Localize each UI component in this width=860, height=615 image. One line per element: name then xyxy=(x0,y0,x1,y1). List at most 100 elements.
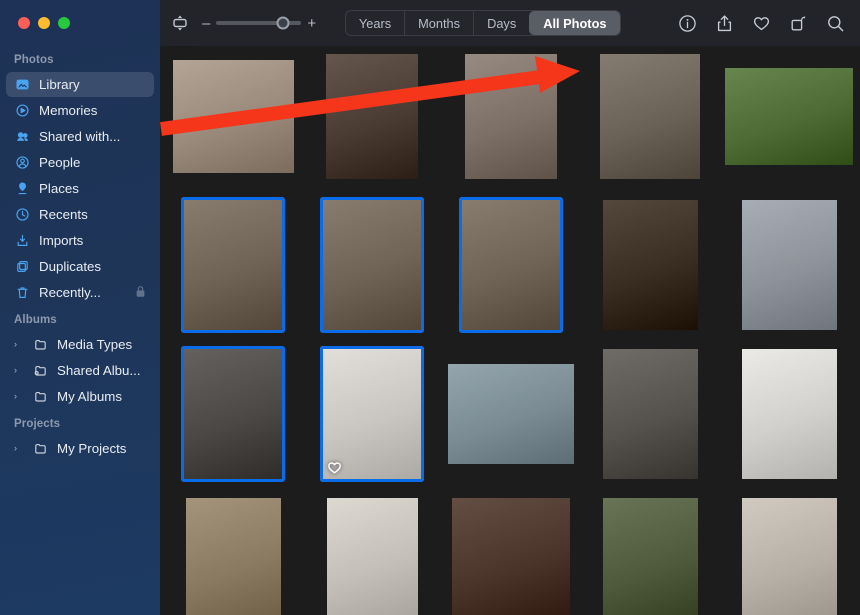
photo-thumbnail xyxy=(327,498,418,615)
duplicates-icon xyxy=(14,259,30,275)
photo-thumbnail xyxy=(452,498,570,615)
album-icon xyxy=(32,441,48,457)
photo-thumbnail xyxy=(181,346,285,482)
photo-grid-row xyxy=(160,493,860,615)
photo-dog-bed-2[interactable] xyxy=(307,195,437,335)
memories-icon xyxy=(14,103,30,119)
sidebar-item-imports[interactable]: Imports xyxy=(6,228,154,253)
zoom-in-label[interactable]: + xyxy=(307,16,316,31)
sidebar-item-my-albums[interactable]: › My Albums xyxy=(6,384,154,409)
zoom-out-label[interactable]: – xyxy=(202,16,210,31)
photo-thumbnail xyxy=(603,349,698,479)
sidebar-item-duplicates[interactable]: Duplicates xyxy=(6,254,154,279)
sidebar-item-my-projects[interactable]: › My Projects xyxy=(6,436,154,461)
sidebar-item-places[interactable]: Places xyxy=(6,176,154,201)
photo-thumbnail xyxy=(186,498,281,615)
close-button[interactable] xyxy=(18,17,30,29)
photo-garage-stand[interactable] xyxy=(585,344,715,484)
tab-months[interactable]: Months xyxy=(404,11,473,35)
photo-doorway-room[interactable] xyxy=(724,493,854,615)
favorite-heart-icon[interactable] xyxy=(752,13,772,33)
photo-dog-bed-3[interactable] xyxy=(446,195,576,335)
share-icon[interactable] xyxy=(715,13,735,33)
sidebar-item-label: Library xyxy=(39,77,80,92)
zoom-slider-knob[interactable] xyxy=(276,17,289,30)
sidebar-section-header: Albums xyxy=(0,306,160,331)
search-icon[interactable] xyxy=(826,13,846,33)
photo-desk-package[interactable] xyxy=(168,344,298,484)
photo-thumbnail xyxy=(725,68,853,165)
zoom-slider[interactable]: – + xyxy=(202,16,316,31)
chevron-right-icon[interactable]: › xyxy=(14,366,23,375)
photo-thumbnail xyxy=(181,197,285,333)
people-icon xyxy=(14,155,30,171)
sidebar-item-label: Places xyxy=(39,181,79,196)
rotate-icon[interactable] xyxy=(789,13,809,33)
photo-white-shelving[interactable] xyxy=(724,344,854,484)
toolbar: – + YearsMonthsDaysAll Photos xyxy=(160,0,860,46)
sidebar-section-header: Photos xyxy=(0,46,160,71)
photo-thumbnail xyxy=(603,498,698,615)
sidebar-item-memories[interactable]: Memories xyxy=(6,98,154,123)
view-adjust-icon[interactable] xyxy=(170,13,190,33)
tab-all-photos[interactable]: All Photos xyxy=(529,11,619,35)
minimize-button[interactable] xyxy=(38,17,50,29)
photo-dog-bed-1[interactable] xyxy=(168,195,298,335)
sidebar-item-label: My Projects xyxy=(57,441,126,456)
photo-hanging-cord[interactable] xyxy=(307,46,437,186)
photo-window-blinds[interactable] xyxy=(724,195,854,335)
sidebar-item-label: Recently... xyxy=(39,285,101,300)
photos-library-icon xyxy=(14,77,30,93)
toolbar-right-group xyxy=(678,13,846,33)
chevron-right-icon[interactable]: › xyxy=(14,444,23,453)
sidebar-item-label: Media Types xyxy=(57,337,132,352)
photo-grid-row xyxy=(160,195,860,335)
zoom-slider-track[interactable] xyxy=(216,21,301,25)
photo-bathtub-fixture[interactable] xyxy=(446,46,576,186)
photo-thumbnail xyxy=(326,54,418,179)
photo-boxer-dog[interactable] xyxy=(446,493,576,615)
chevron-right-icon[interactable]: › xyxy=(14,392,23,401)
photo-thumbnail xyxy=(742,498,837,615)
photo-dirt-yard[interactable] xyxy=(168,493,298,615)
photo-thumbnail xyxy=(173,60,294,173)
maximize-button[interactable] xyxy=(58,17,70,29)
toolbar-left-group: – + xyxy=(170,13,316,33)
photo-thumbnail xyxy=(600,54,700,179)
sidebar-item-people[interactable]: People xyxy=(6,150,154,175)
places-pin-icon xyxy=(14,181,30,197)
photo-thumbnail xyxy=(603,200,698,330)
sidebar-item-label: Shared Albu... xyxy=(57,363,141,378)
chevron-right-icon[interactable]: › xyxy=(14,340,23,349)
photo-workbench-tools[interactable] xyxy=(585,195,715,335)
favorite-heart-icon xyxy=(327,460,342,475)
photo-house-exterior[interactable] xyxy=(446,344,576,484)
traffic-lights xyxy=(0,0,160,46)
photo-thumbnail xyxy=(459,197,563,333)
sidebar-item-recently[interactable]: Recently... xyxy=(6,280,154,305)
photo-thumbnail xyxy=(320,346,424,482)
photo-hallway-wall[interactable] xyxy=(307,493,437,615)
tab-days[interactable]: Days xyxy=(473,11,529,35)
view-mode-segmented-control[interactable]: YearsMonthsDaysAll Photos xyxy=(345,10,621,36)
sidebar-item-shared-with[interactable]: Shared with... xyxy=(6,124,154,149)
photo-closet-shelf[interactable] xyxy=(307,344,437,484)
sidebar-item-label: Recents xyxy=(39,207,88,222)
photo-green-lawn[interactable] xyxy=(724,46,854,186)
photo-garage-dog[interactable] xyxy=(168,46,298,186)
sidebar-item-recents[interactable]: Recents xyxy=(6,202,154,227)
photo-thumbnail xyxy=(465,54,557,179)
photo-grid[interactable] xyxy=(160,46,860,615)
lock-icon xyxy=(135,285,146,301)
tab-years[interactable]: Years xyxy=(346,11,404,35)
sidebar-item-shared-albu[interactable]: › Shared Albu... xyxy=(6,358,154,383)
sidebar-item-label: My Albums xyxy=(57,389,122,404)
photos-app-window: Photos Library MemoriesShared with... Peopl… xyxy=(0,0,860,615)
info-icon[interactable] xyxy=(678,13,698,33)
imports-icon xyxy=(14,233,30,249)
sidebar-item-media-types[interactable]: › Media Types xyxy=(6,332,154,357)
sidebar-item-label: People xyxy=(39,155,80,170)
photo-cardboard-box[interactable] xyxy=(585,46,715,186)
sidebar-item-library[interactable]: Library xyxy=(6,72,154,97)
photo-tool-bag[interactable] xyxy=(585,493,715,615)
